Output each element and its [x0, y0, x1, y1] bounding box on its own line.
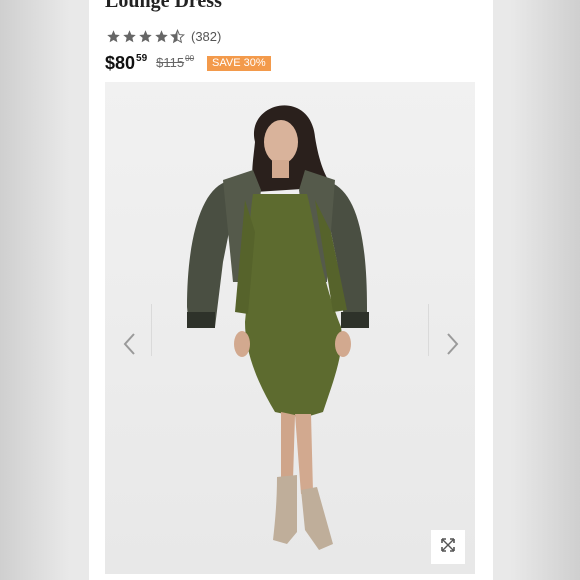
- original-price: $115: [156, 55, 185, 70]
- star-icon: [106, 29, 121, 44]
- expand-icon: [440, 537, 456, 558]
- previous-image-button[interactable]: [109, 316, 149, 376]
- star-rating: [106, 28, 185, 44]
- product-title: Lounge Dress: [105, 0, 222, 12]
- nav-divider-left: [151, 304, 152, 356]
- zoom-button[interactable]: [431, 530, 465, 564]
- discount-badge: SAVE 30%: [207, 56, 271, 71]
- next-image-button[interactable]: [433, 316, 473, 376]
- price-row: $80 59 $115 00 SAVE 30%: [105, 53, 271, 75]
- review-count[interactable]: (382): [191, 29, 221, 44]
- chevron-left-icon: [122, 332, 136, 361]
- star-icon: [154, 29, 169, 44]
- original-price-cents: 00: [185, 54, 195, 63]
- star-icon: [138, 29, 153, 44]
- current-price: $80: [105, 53, 136, 73]
- star-half-icon: [170, 28, 185, 44]
- nav-divider-right: [428, 304, 429, 356]
- product-image-gallery[interactable]: [105, 82, 475, 574]
- chevron-right-icon: [446, 332, 460, 361]
- star-icon: [122, 29, 137, 44]
- product-photo: [105, 82, 475, 574]
- product-rating[interactable]: (382): [106, 28, 221, 44]
- current-price-cents: 59: [136, 53, 148, 64]
